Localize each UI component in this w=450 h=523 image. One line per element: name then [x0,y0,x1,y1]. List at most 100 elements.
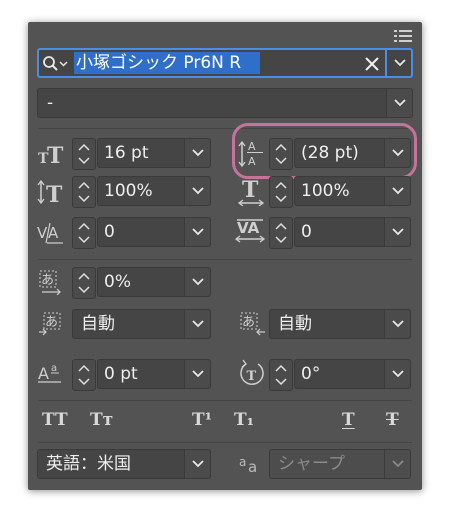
tsume-value[interactable]: 0% [104,268,131,296]
chevron-down-icon [394,59,406,67]
tracking-dropdown[interactable] [384,218,410,246]
language-value: 英語：米国 [46,454,131,474]
aki-after-value: 自動 [278,314,312,334]
all-caps-label: TT [42,410,69,430]
small-caps-label: Tт [90,410,114,430]
chevron-down-icon [392,320,404,328]
stepper-icon [78,222,90,244]
baseline-shift-value[interactable]: 0 pt [104,360,138,388]
rotation-stepper[interactable] [269,359,293,391]
font-size-dropdown[interactable] [184,139,210,167]
font-size-stepper[interactable] [72,138,96,170]
tracking-stepper[interactable] [269,217,293,249]
aki-after-icon: あ [240,309,268,337]
font-style-dropdown[interactable] [386,89,412,117]
divider [38,259,412,260]
stepper-icon [78,272,90,294]
vertical-scale-field[interactable]: 100% [97,176,211,206]
tsume-stepper[interactable] [72,267,96,299]
horizontal-scale-value[interactable]: 100% [301,177,350,205]
rotation-field[interactable]: 0° [294,359,411,389]
svg-text:a: a [248,458,257,476]
svg-text:A: A [38,364,49,383]
font-family-dropdown[interactable] [385,50,413,76]
font-family-field[interactable]: 小塚ゴシック Pr6N R [37,48,413,78]
leading-stepper[interactable] [269,138,293,170]
search-icon[interactable] [42,55,70,73]
vertical-scale-value[interactable]: 100% [104,177,153,205]
chevron-down-icon [192,228,204,236]
horizontal-scale-icon: T [237,177,265,207]
panel-menu-icon[interactable] [394,28,412,42]
superscript-button[interactable]: T¹ [192,408,222,432]
kerning-stepper[interactable] [72,217,96,249]
stepper-icon [78,143,90,165]
language-field[interactable]: 英語：米国 [37,449,211,479]
font-family-input[interactable]: 小塚ゴシック Pr6N R [76,49,241,77]
svg-text:あ: あ [45,315,58,330]
tracking-field[interactable]: 0 [294,217,411,247]
chevron-down-icon [192,187,204,195]
chevron-down-icon [192,370,204,378]
svg-text:T: T [247,369,257,384]
strikethrough-button[interactable]: T [386,408,406,432]
font-style-value: - [47,93,54,113]
underline-button[interactable]: T [342,408,362,432]
svg-text:T: T [47,143,64,168]
vertical-scale-stepper[interactable] [72,176,96,208]
svg-text:あ: あ [242,315,255,330]
clear-icon[interactable] [365,56,379,71]
chevron-down-icon [192,460,204,468]
rotation-dropdown[interactable] [384,360,410,388]
baseline-shift-icon: A a [37,359,67,387]
font-size-field[interactable]: 16 pt [97,138,211,168]
aki-before-field[interactable]: 自動 [72,309,211,339]
chevron-down-icon [394,99,406,107]
horizontal-scale-field[interactable]: 100% [294,176,411,206]
font-size-value[interactable]: 16 pt [104,139,149,167]
vertical-scale-dropdown[interactable] [184,177,210,205]
chevron-down-icon [392,187,404,195]
subscript-button[interactable]: T₁ [234,408,264,432]
all-caps-button[interactable]: TT [42,408,78,432]
leading-field[interactable]: (28 pt) [294,138,411,168]
kerning-icon: V A [37,219,65,247]
baseline-shift-stepper[interactable] [72,359,96,391]
aki-after-field[interactable]: 自動 [269,309,411,339]
svg-text:A: A [248,140,256,153]
stepper-icon [275,181,287,203]
horizontal-scale-stepper[interactable] [269,176,293,208]
rotation-value[interactable]: 0° [301,360,320,388]
divider [38,442,412,443]
antialias-value: シャープ [278,454,345,474]
horizontal-scale-dropdown[interactable] [384,177,410,205]
antialias-dropdown[interactable] [384,450,410,478]
kerning-field[interactable]: 0 [97,217,211,247]
language-dropdown[interactable] [184,450,210,478]
leading-dropdown[interactable] [384,139,410,167]
baseline-shift-dropdown[interactable] [184,360,210,388]
svg-text:VA: VA [237,219,260,237]
leading-value[interactable]: (28 pt) [301,139,359,167]
superscript-label: T¹ [192,410,213,430]
font-style-field[interactable]: - [37,88,413,118]
small-caps-button[interactable]: Tт [90,408,126,432]
tsume-field[interactable]: 0% [97,267,211,297]
tsume-dropdown[interactable] [184,268,210,296]
tracking-value[interactable]: 0 [301,218,312,246]
aki-before-value: 自動 [81,314,115,334]
aki-after-dropdown[interactable] [384,310,410,338]
antialias-field[interactable]: シャープ [269,449,411,479]
character-panel: 小塚ゴシック Pr6N R - T T 16 pt A A (28 pt) T … [28,22,422,490]
chevron-down-icon [192,149,204,157]
kerning-dropdown[interactable] [184,218,210,246]
chevron-down-icon [392,228,404,236]
antialias-icon: a a [238,452,266,476]
chevron-down-icon [392,460,404,468]
kerning-value[interactable]: 0 [104,218,115,246]
tracking-icon: VA [234,217,267,247]
baseline-shift-field[interactable]: 0 pt [97,359,211,389]
chevron-down-icon [392,370,404,378]
stepper-icon [275,364,287,386]
aki-before-dropdown[interactable] [184,310,210,338]
